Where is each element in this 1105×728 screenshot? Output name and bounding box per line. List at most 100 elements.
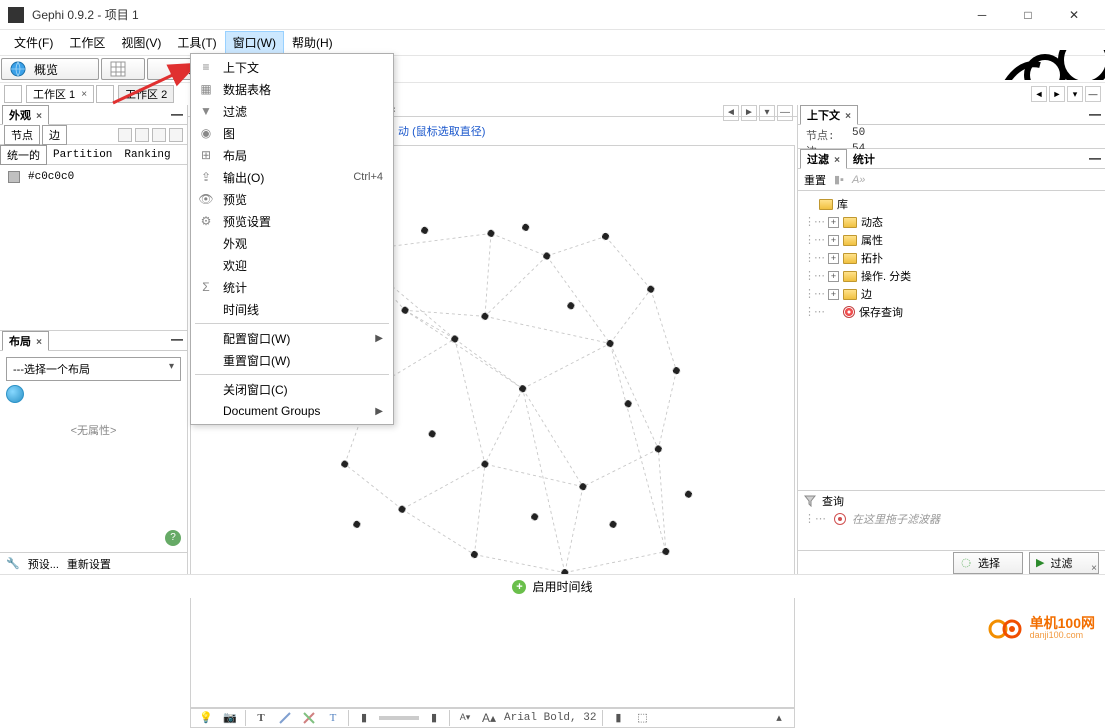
filter-tool-icon[interactable]: ▮▪ bbox=[834, 173, 844, 186]
partition-tab[interactable]: Partition bbox=[47, 148, 118, 162]
tree-item[interactable]: ⋮⋯+拓扑 bbox=[804, 249, 1099, 267]
edge-weight-slider-right[interactable]: ▮ bbox=[425, 709, 443, 727]
dropdown-button[interactable]: ▾ bbox=[1067, 86, 1083, 102]
minimize-panel-button[interactable]: — bbox=[1085, 86, 1101, 102]
expand-icon[interactable]: + bbox=[828, 217, 839, 228]
size-mode-icon[interactable] bbox=[135, 128, 149, 142]
overview-tab[interactable]: 概览 bbox=[1, 58, 99, 80]
menu-tools[interactable]: 工具(T) bbox=[169, 31, 224, 54]
dropdown-button[interactable]: ▾ bbox=[759, 105, 775, 121]
minimize-panel-icon[interactable]: — bbox=[1087, 151, 1103, 167]
close-icon[interactable]: × bbox=[36, 111, 42, 122]
presets-label[interactable]: 预设... bbox=[28, 556, 59, 572]
menu-help[interactable]: 帮助(H) bbox=[284, 31, 341, 54]
close-button[interactable]: ✕ bbox=[1051, 0, 1097, 30]
menu-item-[interactable]: ⚙预览设置 bbox=[193, 210, 391, 232]
layout-tab[interactable]: 布局 × bbox=[2, 331, 49, 351]
menu-view[interactable]: 视图(V) bbox=[113, 31, 169, 54]
tree-item[interactable]: ⋮⋯+属性 bbox=[804, 231, 1099, 249]
tree-item[interactable]: ⋮⋯保存查询 bbox=[804, 303, 1099, 321]
datatable-tab[interactable] bbox=[101, 58, 145, 80]
tree-item[interactable]: ⋮⋯+操作. 分类 bbox=[804, 267, 1099, 285]
minimize-panel-icon[interactable]: — bbox=[169, 332, 185, 348]
menu-item-w[interactable]: 重置窗口(W) bbox=[193, 349, 391, 371]
tree-item[interactable]: ⋮⋯+动态 bbox=[804, 213, 1099, 231]
reset-filter-button[interactable]: 重置 bbox=[804, 172, 826, 188]
close-icon[interactable]: × bbox=[845, 111, 851, 122]
font-size-inc-icon[interactable]: A▴ bbox=[480, 709, 498, 727]
close-icon[interactable]: × bbox=[1091, 563, 1097, 574]
minimize-button[interactable]: ─ bbox=[959, 0, 1005, 30]
menu-file[interactable]: 文件(F) bbox=[6, 31, 61, 54]
layout-select[interactable]: ---选择一个布局 bbox=[6, 357, 181, 381]
run-layout-button[interactable] bbox=[6, 385, 24, 403]
menu-item-[interactable]: 外观 bbox=[193, 232, 391, 254]
expand-icon[interactable]: + bbox=[828, 253, 839, 264]
menu-item-[interactable]: Σ统计 bbox=[193, 276, 391, 298]
color-swatch[interactable] bbox=[8, 171, 20, 183]
help-icon[interactable]: ? bbox=[165, 530, 181, 546]
select-button[interactable]: 选择 bbox=[953, 552, 1023, 574]
timeline-bar[interactable]: × + 启用时间线 bbox=[0, 574, 1105, 598]
text-tool-icon[interactable]: T bbox=[252, 709, 270, 727]
menu-item-[interactable]: 欢迎 bbox=[193, 254, 391, 276]
workspace-tab-2[interactable]: 工作区 2 bbox=[118, 85, 174, 103]
minimize-panel-icon[interactable]: — bbox=[777, 105, 793, 121]
menu-item-documentgroups[interactable]: Document Groups▶ bbox=[193, 400, 391, 422]
menu-item-[interactable]: ▦数据表格 bbox=[193, 78, 391, 100]
menu-item-[interactable]: ◉图 bbox=[193, 122, 391, 144]
new-workspace-button-2[interactable] bbox=[96, 85, 114, 103]
stats-tab[interactable]: 统计 bbox=[847, 150, 881, 168]
filter-tab[interactable]: 过滤 × bbox=[800, 149, 847, 169]
expand-toolbar-icon[interactable]: ▴ bbox=[770, 709, 788, 727]
menu-item-[interactable]: 👁预览 bbox=[193, 188, 391, 210]
appearance-tab[interactable]: 外观 × bbox=[2, 105, 49, 125]
new-workspace-button[interactable] bbox=[4, 85, 22, 103]
ranking-tab[interactable]: Ranking bbox=[118, 148, 176, 162]
scroll-right-button[interactable]: ► bbox=[741, 105, 757, 121]
label-color-icon[interactable] bbox=[152, 128, 166, 142]
edge-weight-slider-left[interactable]: ▮ bbox=[355, 709, 373, 727]
presets-reset[interactable]: 重新设置 bbox=[67, 556, 111, 572]
expand-icon[interactable]: + bbox=[828, 289, 839, 300]
menu-window[interactable]: 窗口(W) bbox=[225, 31, 284, 54]
menu-item-w[interactable]: 配置窗口(W)▶ bbox=[193, 327, 391, 349]
lightbulb-icon[interactable]: 💡 bbox=[197, 709, 215, 727]
camera-icon[interactable]: 📷 bbox=[221, 709, 239, 727]
menu-item-[interactable]: 时间线 bbox=[193, 298, 391, 320]
text-tool2-icon[interactable]: T bbox=[324, 709, 342, 727]
menu-item-c[interactable]: 关闭窗口(C) bbox=[193, 378, 391, 400]
scroll-left-button[interactable]: ◄ bbox=[723, 105, 739, 121]
font-size-dec-icon[interactable]: A▾ bbox=[456, 709, 474, 727]
edge-weight-slider[interactable] bbox=[379, 716, 419, 720]
minimize-panel-icon[interactable]: — bbox=[169, 107, 185, 123]
menu-item-[interactable]: ⊞布局 bbox=[193, 144, 391, 166]
tree-item[interactable]: ⋮⋯+边 bbox=[804, 285, 1099, 303]
menu-item-[interactable]: ▼过滤 bbox=[193, 100, 391, 122]
label-attr-icon[interactable]: ⬚ bbox=[633, 709, 651, 727]
font-display[interactable]: Arial Bold, 32 bbox=[504, 712, 596, 724]
scroll-left-button[interactable]: ◄ bbox=[1031, 86, 1047, 102]
menu-item-[interactable]: ≡上下文 bbox=[193, 56, 391, 78]
unified-tab[interactable]: 统一的 bbox=[0, 145, 47, 165]
filter-text-icon[interactable]: A» bbox=[852, 174, 865, 186]
close-icon[interactable]: × bbox=[36, 337, 42, 348]
menu-workspace[interactable]: 工作区 bbox=[61, 31, 113, 54]
edge-style-icon[interactable] bbox=[276, 709, 294, 727]
expand-icon[interactable]: + bbox=[828, 271, 839, 282]
minimize-panel-icon[interactable]: — bbox=[1087, 107, 1103, 123]
color-mode-icon[interactable] bbox=[118, 128, 132, 142]
menu-item-o[interactable]: ⇪输出(O)Ctrl+4 bbox=[193, 166, 391, 188]
label-color-icon[interactable]: ▮ bbox=[609, 709, 627, 727]
edge-style2-icon[interactable] bbox=[300, 709, 318, 727]
edges-tab[interactable]: 边 bbox=[42, 125, 67, 145]
close-icon[interactable]: × bbox=[81, 89, 87, 100]
expand-icon[interactable]: + bbox=[828, 235, 839, 246]
scroll-right-button[interactable]: ► bbox=[1049, 86, 1065, 102]
tree-item[interactable]: 库 bbox=[804, 195, 1099, 213]
filter-button[interactable]: ▶ 过滤 bbox=[1029, 552, 1099, 574]
workspace-tab-1[interactable]: 工作区 1 × bbox=[26, 85, 94, 103]
context-tab[interactable]: 上下文 × bbox=[800, 105, 858, 125]
maximize-button[interactable]: □ bbox=[1005, 0, 1051, 30]
nodes-tab[interactable]: 节点 bbox=[4, 125, 40, 145]
